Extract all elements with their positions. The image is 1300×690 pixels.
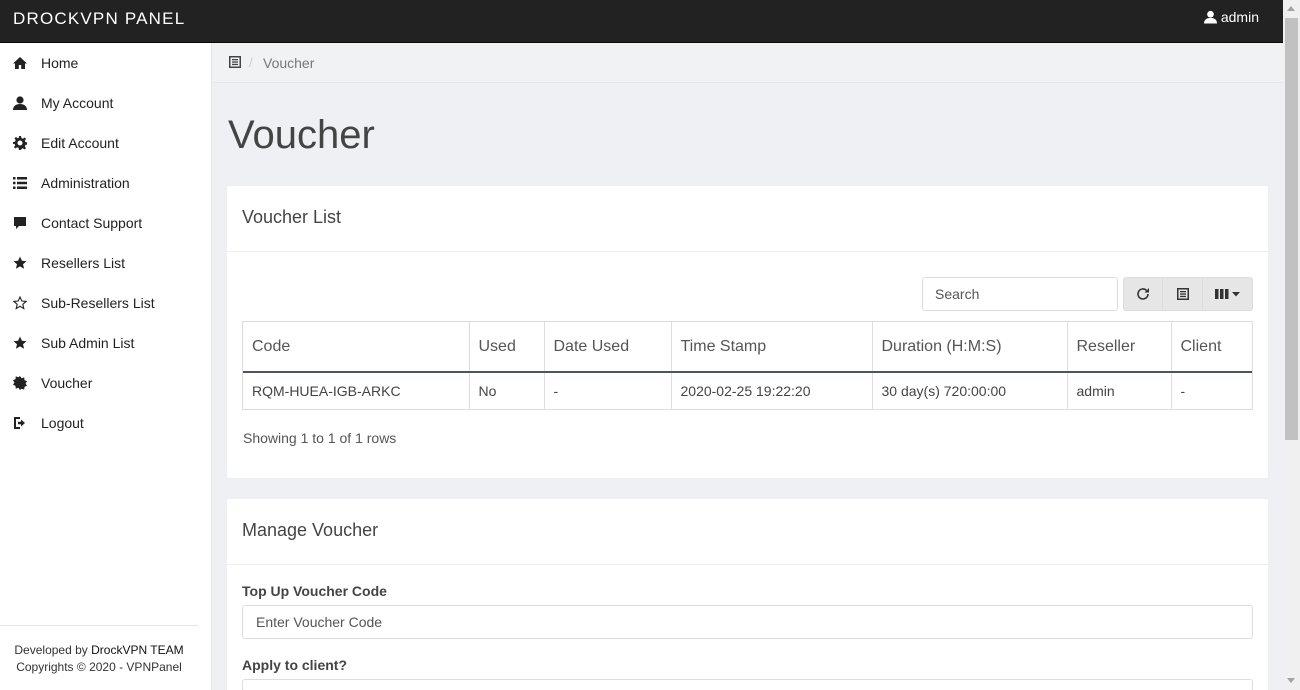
- cell-used: No: [468, 372, 544, 409]
- manage-voucher-panel: Manage Voucher Top Up Voucher Code Apply…: [227, 499, 1268, 690]
- scroll-thumb[interactable]: [1285, 18, 1298, 440]
- refresh-icon: [1137, 288, 1149, 300]
- manage-voucher-title: Manage Voucher: [227, 499, 1268, 565]
- star-icon: [12, 255, 28, 271]
- dashboard-icon[interactable]: [228, 55, 242, 69]
- home-icon: [12, 55, 28, 71]
- sidebar-item-label: Sub-Resellers List: [41, 295, 155, 311]
- scroll-down-arrow-icon[interactable]: [1287, 678, 1295, 683]
- comment-icon: [12, 215, 28, 231]
- user-icon: [1203, 10, 1217, 24]
- pagination-info: Showing 1 to 1 of 1 rows: [243, 430, 397, 446]
- table-header-row: Code Used Date Used Time Stamp Duration …: [243, 322, 1252, 373]
- star-outline-icon: [12, 295, 28, 311]
- cell-timestamp: 2020-02-25 19:22:20: [670, 372, 872, 409]
- search-input[interactable]: [922, 277, 1118, 311]
- breadcrumb: / Voucher: [213, 43, 1283, 83]
- sidebar-item-label: My Account: [41, 95, 114, 111]
- column-header-used[interactable]: Used: [468, 322, 544, 373]
- main-content: / Voucher Voucher Voucher List Code: [213, 43, 1283, 690]
- voucher-code-input[interactable]: [242, 605, 1253, 639]
- sidebar-item-label: Resellers List: [41, 255, 126, 271]
- breadcrumb-separator: /: [249, 55, 253, 70]
- scroll-up-arrow-icon[interactable]: [1287, 6, 1295, 11]
- table-toolbar: [1123, 277, 1253, 311]
- developer-credit: Developed by DrockVPN TEAM: [14, 643, 184, 657]
- logout-icon: [12, 415, 28, 431]
- sidebar-item-label: Voucher: [41, 375, 93, 391]
- table-row[interactable]: RQM-HUEA-IGB-ARKC No - 2020-02-25 19:22:…: [243, 372, 1252, 409]
- columns-icon: [1215, 289, 1229, 299]
- voucher-code-label: Top Up Voucher Code: [242, 583, 387, 599]
- certificate-icon: [12, 375, 28, 391]
- copyright-text: Copyrights © 2020 - VPNPanel: [16, 660, 182, 674]
- sidebar-item-edit-account[interactable]: Edit Account: [0, 123, 212, 163]
- toggle-view-button[interactable]: [1163, 277, 1203, 311]
- brand-logo[interactable]: DROCKVPN PANEL: [13, 9, 185, 29]
- column-header-timestamp[interactable]: Time Stamp: [670, 322, 872, 373]
- gear-icon: [12, 135, 28, 151]
- user-menu[interactable]: admin: [1203, 9, 1259, 25]
- star-icon: [12, 335, 28, 351]
- column-header-date-used[interactable]: Date Used: [543, 322, 671, 373]
- sidebar-item-label: Edit Account: [41, 135, 119, 151]
- breadcrumb-current: Voucher: [263, 55, 315, 71]
- sidebar-item-sub-resellers-list[interactable]: Sub-Resellers List: [0, 283, 212, 323]
- columns-dropdown-button[interactable]: [1203, 277, 1253, 311]
- team-name: DrockVPN TEAM: [91, 643, 184, 657]
- column-header-reseller[interactable]: Reseller: [1066, 322, 1171, 373]
- sidebar-item-label: Logout: [41, 415, 84, 431]
- cell-date-used: -: [543, 372, 671, 409]
- sidebar-item-label: Contact Support: [41, 215, 143, 231]
- caret-down-icon: [1232, 292, 1240, 297]
- cell-client: -: [1170, 372, 1252, 409]
- list-alt-icon: [1176, 288, 1189, 300]
- sidebar-item-administration[interactable]: Administration: [0, 163, 212, 203]
- cell-duration: 30 day(s) 720:00:00: [871, 372, 1067, 409]
- voucher-table: Code Used Date Used Time Stamp Duration …: [242, 321, 1253, 410]
- user-icon: [12, 95, 28, 111]
- list-icon: [12, 175, 28, 191]
- sidebar-item-label: Home: [41, 55, 79, 71]
- sidebar-item-contact-support[interactable]: Contact Support: [0, 203, 212, 243]
- refresh-button[interactable]: [1123, 277, 1163, 311]
- voucher-list-title: Voucher List: [227, 186, 1268, 252]
- sidebar-item-voucher[interactable]: Voucher: [0, 363, 212, 403]
- vertical-scrollbar[interactable]: [1283, 0, 1300, 690]
- sidebar-item-resellers-list[interactable]: Resellers List: [0, 243, 212, 283]
- cell-code: RQM-HUEA-IGB-ARKC: [252, 383, 401, 399]
- column-header-code[interactable]: Code: [243, 322, 469, 373]
- client-input[interactable]: [242, 679, 1253, 690]
- sidebar-item-logout[interactable]: Logout: [0, 403, 212, 443]
- sidebar-item-label: Sub Admin List: [41, 335, 135, 351]
- cell-reseller: admin: [1066, 372, 1171, 409]
- sidebar-item-home[interactable]: Home: [0, 43, 212, 83]
- voucher-list-panel: Voucher List Code Used Date Used: [227, 186, 1268, 478]
- top-navbar: DROCKVPN PANEL admin: [0, 0, 1283, 43]
- sidebar-item-sub-admin-list[interactable]: Sub Admin List: [0, 323, 212, 363]
- page-title: Voucher: [228, 113, 375, 157]
- apply-client-label: Apply to client?: [242, 657, 347, 673]
- sidebar-item-my-account[interactable]: My Account: [0, 83, 212, 123]
- sidebar-item-label: Administration: [41, 175, 130, 191]
- column-header-client[interactable]: Client: [1170, 322, 1252, 373]
- user-name: admin: [1220, 9, 1259, 25]
- sidebar: Home My Account Edit Account Administrat…: [0, 43, 212, 690]
- column-header-duration[interactable]: Duration (H:M:S): [871, 322, 1067, 373]
- sidebar-footer: Developed by DrockVPN TEAM Copyrights © …: [0, 625, 198, 676]
